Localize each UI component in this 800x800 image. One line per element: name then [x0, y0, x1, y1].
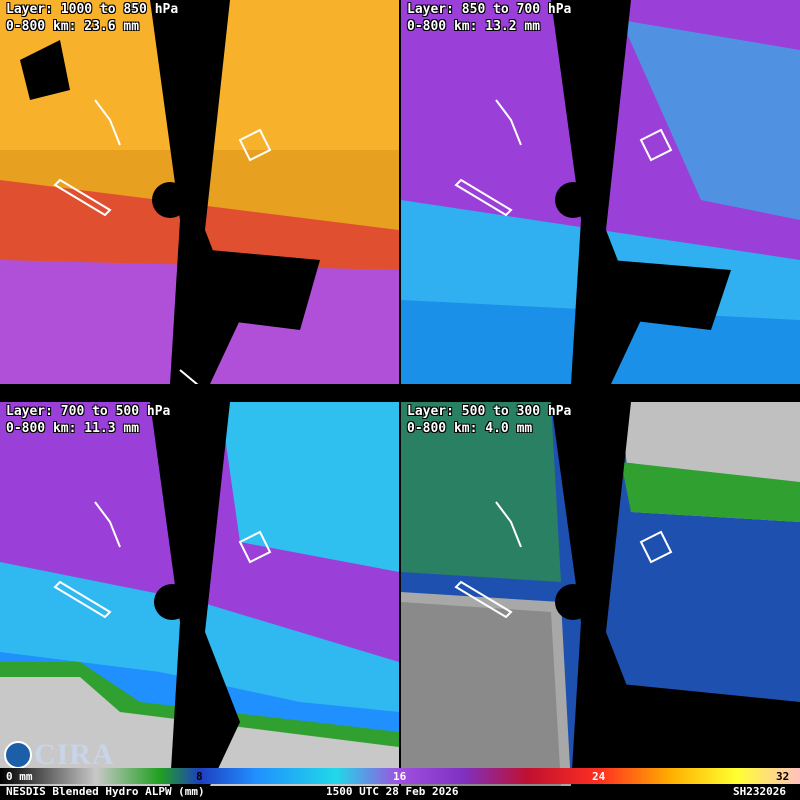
panel-700-500: Layer: 700 to 500 hPa 0-800 km: 11.3 mm: [0, 402, 399, 786]
map-image: [401, 0, 800, 384]
colorbar-tick-24: 24: [592, 770, 606, 783]
panel-grid: Layer: 1000 to 850 hPa 0-800 km: 23.6 mm…: [0, 0, 800, 786]
map-image: [0, 402, 399, 786]
timestamp: 1500 UTC 28 Feb 2026: [326, 785, 459, 798]
panel-500-300: Layer: 500 to 300 hPa 0-800 km: 4.0 mm: [401, 402, 800, 786]
noaa-logo-icon: [4, 741, 32, 769]
layer-value: 0-800 km: 23.6 mm: [6, 19, 140, 34]
product-title: NESDIS Blended Hydro ALPW (mm): [6, 785, 205, 798]
layer-value: 0-800 km: 11.3 mm: [6, 421, 140, 436]
colorbar-tick-16: 16: [393, 770, 407, 783]
layer-value: 0-800 km: 4.0 mm: [407, 421, 533, 436]
layer-label: Layer: 850 to 700 hPa: [407, 2, 572, 17]
colorbar-tick-8: 8: [196, 770, 203, 783]
cira-logo: CIRA: [4, 738, 115, 772]
panel-850-700: Layer: 850 to 700 hPa 0-800 km: 13.2 mm: [401, 0, 800, 384]
layer-label: Layer: 500 to 300 hPa: [407, 404, 572, 419]
layer-value: 0-800 km: 13.2 mm: [407, 19, 541, 34]
panel-1000-850: Layer: 1000 to 850 hPa 0-800 km: 23.6 mm: [0, 0, 399, 384]
map-image: [0, 0, 399, 384]
colorbar-tick-32: 32: [776, 770, 790, 783]
cira-logo-text: CIRA: [34, 738, 115, 771]
layer-label: Layer: 700 to 500 hPa: [6, 404, 171, 419]
storm-id: SH232026: [733, 785, 786, 798]
layer-label: Layer: 1000 to 850 hPa: [6, 2, 179, 17]
colorbar-tick-0: 0 mm: [6, 770, 33, 783]
map-image: [401, 402, 800, 786]
